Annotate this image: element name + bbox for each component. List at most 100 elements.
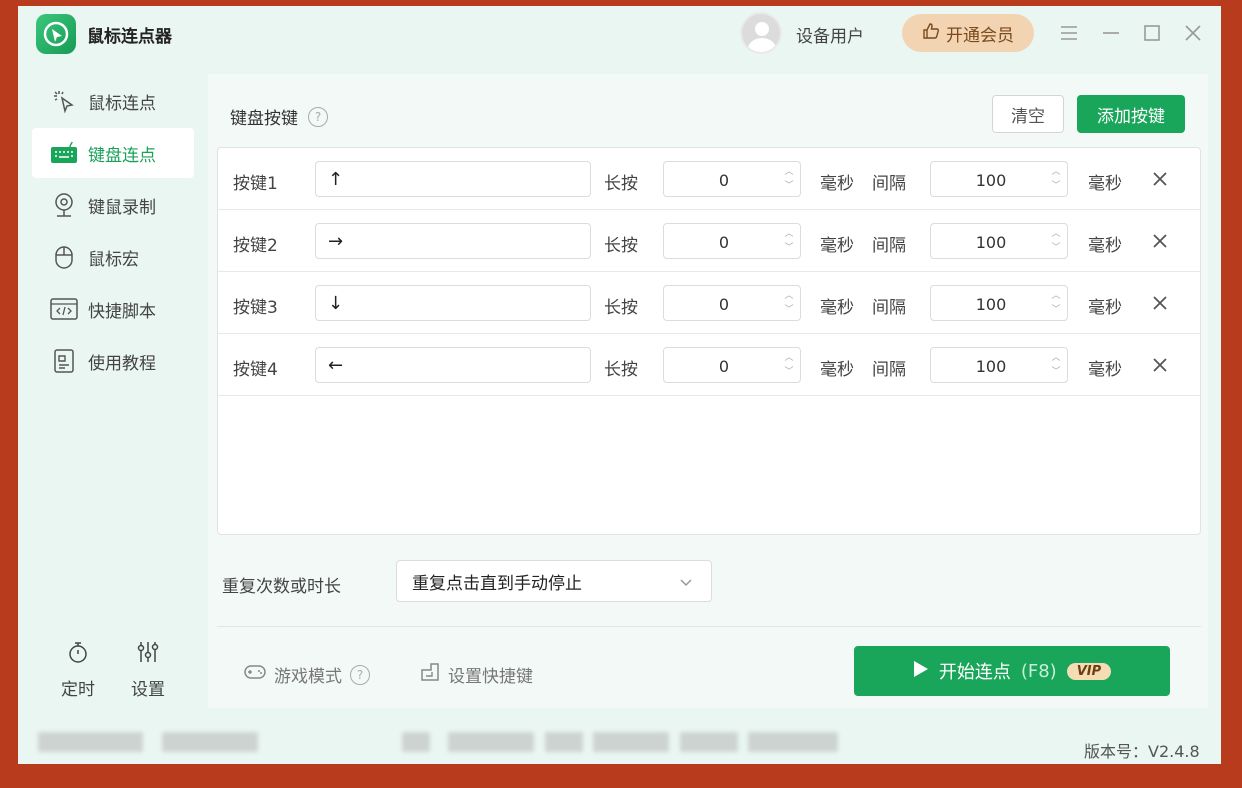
sidebar-item-mouse-click[interactable]: 鼠标连点 xyxy=(32,76,194,126)
hold-label: 长按 xyxy=(604,236,638,256)
user-name[interactable]: 设备用户 xyxy=(796,22,864,47)
key-name: 按键3 xyxy=(233,298,278,318)
hold-label: 长按 xyxy=(604,360,638,380)
sidebar-item-tutorial[interactable]: 使用教程 xyxy=(32,336,194,386)
stepper-arrows-icon[interactable]: ︿ ﹀ xyxy=(1051,165,1061,193)
stepper-arrows-icon[interactable]: ︿ ﹀ xyxy=(784,289,794,317)
hold-duration-value: 0 xyxy=(718,171,730,190)
settings-label: 设置 xyxy=(131,680,165,700)
game-mode-label: 游戏模式 xyxy=(274,667,342,687)
unit-label: 毫秒 xyxy=(1088,236,1122,256)
key-input[interactable]: ↓ xyxy=(315,285,591,321)
timer-label: 定时 xyxy=(61,680,95,700)
mouse-icon xyxy=(50,243,78,271)
key-name: 按键2 xyxy=(233,236,278,256)
key-row: 按键4 ← 长按 0 ︿ ﹀ 毫秒 间隔 100 ︿ ﹀ 毫秒 xyxy=(218,334,1200,396)
delete-row-icon[interactable] xyxy=(1148,167,1172,191)
open-vip-button[interactable]: 开通会员 xyxy=(902,14,1034,52)
hold-duration-stepper[interactable]: 0 ︿ ﹀ xyxy=(663,223,801,259)
stepper-arrows-icon[interactable]: ︿ ﹀ xyxy=(784,165,794,193)
set-shortcut-label: 设置快捷键 xyxy=(448,667,533,687)
thumbs-up-icon xyxy=(922,22,940,45)
delete-row-icon[interactable] xyxy=(1148,291,1172,315)
app-logo-icon xyxy=(36,14,76,54)
version-label: 版本号：V2.4.8 xyxy=(1084,742,1200,761)
menu-icon[interactable] xyxy=(1054,18,1084,48)
avatar[interactable] xyxy=(740,12,782,54)
settings-button[interactable]: 设置 xyxy=(123,640,173,700)
unit-label: 毫秒 xyxy=(1088,298,1122,318)
interval-label: 间隔 xyxy=(872,360,906,380)
blurred-info xyxy=(162,732,258,752)
interval-value: 100 xyxy=(975,233,1007,252)
sidebar-item-record[interactable]: 键鼠录制 xyxy=(32,180,194,230)
add-key-button[interactable]: 添加按键 xyxy=(1077,95,1185,133)
blurred-info xyxy=(448,732,534,752)
minimize-icon[interactable] xyxy=(1096,18,1126,48)
game-mode-toggle[interactable]: 游戏模式 ? xyxy=(244,662,370,687)
start-click-button[interactable]: 开始连点 (F8) VIP xyxy=(854,646,1170,696)
interval-stepper[interactable]: 100 ︿ ﹀ xyxy=(930,347,1068,383)
sidebar-item-script[interactable]: 快捷脚本 xyxy=(32,284,194,334)
hold-duration-stepper[interactable]: 0 ︿ ﹀ xyxy=(663,285,801,321)
key-input[interactable]: → xyxy=(315,223,591,259)
chevron-down-icon xyxy=(679,574,693,594)
play-icon xyxy=(913,660,929,683)
stepper-arrows-icon[interactable]: ︿ ﹀ xyxy=(1051,227,1061,255)
blurred-info xyxy=(593,732,669,752)
delete-row-icon[interactable] xyxy=(1148,353,1172,377)
key-input[interactable]: ↑ xyxy=(315,161,591,197)
maximize-icon[interactable] xyxy=(1137,18,1167,48)
interval-label: 间隔 xyxy=(872,236,906,256)
sidebar-item-label: 鼠标宏 xyxy=(88,249,139,270)
hold-duration-stepper[interactable]: 0 ︿ ﹀ xyxy=(663,161,801,197)
unit-label: 毫秒 xyxy=(1088,360,1122,380)
hold-label: 长按 xyxy=(604,298,638,318)
divider xyxy=(217,626,1201,627)
sidebar-item-label: 快捷脚本 xyxy=(88,301,156,322)
interval-value: 100 xyxy=(975,295,1007,314)
hold-label: 长按 xyxy=(604,174,638,194)
stepper-arrows-icon[interactable]: ︿ ﹀ xyxy=(784,227,794,255)
title-bar: 鼠标连点器 设备用户 开通会员 xyxy=(18,6,1221,64)
sliders-icon xyxy=(137,640,159,669)
key-table: 按键1 ↑ 长按 0 ︿ ﹀ 毫秒 间隔 100 ︿ ﹀ 毫秒 按键2 → 长按 0… xyxy=(217,147,1201,535)
section-header: 键盘按键 ? xyxy=(230,104,328,129)
section-title: 键盘按键 xyxy=(230,109,298,129)
help-icon[interactable]: ? xyxy=(308,106,328,127)
main-panel: 键盘按键 ? 清空 添加按键 按键1 ↑ 长按 0 ︿ ﹀ 毫秒 间隔 100 ︿… xyxy=(208,74,1208,708)
sidebar: 鼠标连点 键盘连点 键鼠录制 鼠标宏 快捷脚本 使用教程 定时 设置 xyxy=(18,74,208,714)
set-shortcut-button[interactable]: 设置快捷键 xyxy=(420,662,533,687)
blurred-info xyxy=(38,732,143,752)
app-title: 鼠标连点器 xyxy=(87,27,172,47)
interval-stepper[interactable]: 100 ︿ ﹀ xyxy=(930,285,1068,321)
shortcut-key-icon xyxy=(420,662,440,687)
key-row: 按键2 → 长按 0 ︿ ﹀ 毫秒 间隔 100 ︿ ﹀ 毫秒 xyxy=(218,210,1200,272)
interval-stepper[interactable]: 100 ︿ ﹀ xyxy=(930,161,1068,197)
sidebar-item-keyboard-click[interactable]: 键盘连点 xyxy=(32,128,194,178)
key-name: 按键4 xyxy=(233,360,278,380)
key-name: 按键1 xyxy=(233,174,278,194)
stepper-arrows-icon[interactable]: ︿ ﹀ xyxy=(1051,351,1061,379)
help-icon[interactable]: ? xyxy=(350,664,370,685)
timer-button[interactable]: 定时 xyxy=(53,640,103,700)
key-input[interactable]: ← xyxy=(315,347,591,383)
sidebar-item-mouse-macro[interactable]: 鼠标宏 xyxy=(32,232,194,282)
tutorial-doc-icon xyxy=(50,347,78,375)
interval-stepper[interactable]: 100 ︿ ﹀ xyxy=(930,223,1068,259)
key-row: 按键1 ↑ 长按 0 ︿ ﹀ 毫秒 间隔 100 ︿ ﹀ 毫秒 xyxy=(218,148,1200,210)
hold-duration-stepper[interactable]: 0 ︿ ﹀ xyxy=(663,347,801,383)
delete-row-icon[interactable] xyxy=(1148,229,1172,253)
cursor-click-icon xyxy=(50,87,78,115)
clear-button[interactable]: 清空 xyxy=(992,95,1064,133)
sidebar-item-label: 鼠标连点 xyxy=(88,93,156,114)
close-icon[interactable] xyxy=(1178,18,1208,48)
stopwatch-icon xyxy=(67,640,89,669)
start-label: 开始连点 xyxy=(938,662,1011,683)
unit-label: 毫秒 xyxy=(1088,174,1122,194)
hold-duration-value: 0 xyxy=(718,233,730,252)
sidebar-item-label: 键鼠录制 xyxy=(88,197,156,218)
repeat-mode-select[interactable]: 重复点击直到手动停止 xyxy=(396,560,712,602)
stepper-arrows-icon[interactable]: ︿ ﹀ xyxy=(1051,289,1061,317)
stepper-arrows-icon[interactable]: ︿ ﹀ xyxy=(784,351,794,379)
